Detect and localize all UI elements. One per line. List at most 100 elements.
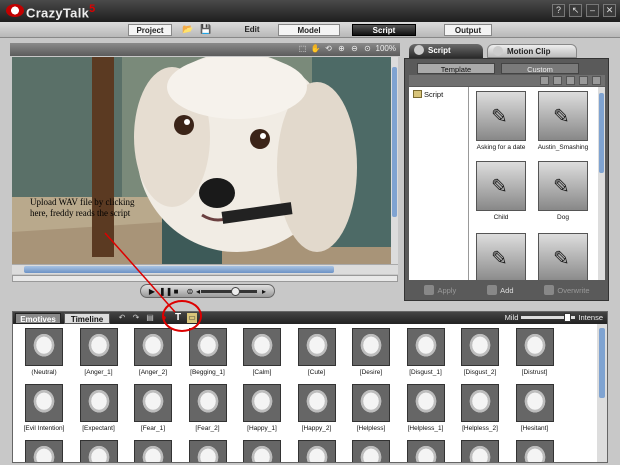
fit-view-icon[interactable]: ⬚ [298,44,308,54]
emotive-item[interactable] [290,440,344,462]
volume-knob[interactable] [231,287,240,296]
emotive-item[interactable]: [Fear_1] [126,384,180,432]
template-item[interactable] [471,233,531,280]
save-icon[interactable]: 💾 [200,24,212,35]
intensity-knob[interactable] [563,313,571,322]
tab-script[interactable]: Script [352,24,416,36]
emotive-item[interactable] [17,440,71,462]
emotive-item[interactable]: [Happy_1] [235,384,289,432]
template-item[interactable]: Austin_Smashing [533,91,593,151]
emotive-item[interactable] [344,440,398,462]
tree-item-script[interactable]: Script [413,90,443,99]
undo-icon[interactable]: ↶ [117,313,127,323]
new-folder-icon[interactable] [540,76,549,85]
emotive-item[interactable] [508,440,562,462]
overwrite-button[interactable]: Overwrite [544,285,589,295]
emotive-item[interactable] [453,440,507,462]
subtab-custom[interactable]: Custom [501,63,579,74]
emotive-item[interactable]: [Calm] [235,328,289,376]
intensity-slider[interactable] [521,313,576,322]
pointer-button[interactable]: ↖ [569,4,582,17]
preview-viewport[interactable] [12,57,398,274]
emotive-label: [Helpless_2] [462,425,498,432]
rotate-icon[interactable]: ⟲ [324,44,334,54]
emotive-item[interactable]: [Distrust] [508,328,562,376]
subtab-template[interactable]: Template [417,63,495,74]
emotive-item[interactable] [126,440,180,462]
pause-icon[interactable]: ❚❚ [159,287,172,296]
annotation-circle [162,300,202,332]
delete-icon[interactable] [579,76,588,85]
emotive-item[interactable]: [Fear_2] [181,384,235,432]
add-button[interactable]: Add [487,285,513,295]
script-edit-icon [476,91,526,141]
emotive-item[interactable]: [Expectant] [72,384,126,432]
zoom-out-icon[interactable]: ⊖ [350,44,360,54]
tab-model[interactable]: Model [278,24,340,36]
document-icon[interactable]: ▤ [145,313,155,323]
emotive-item[interactable] [399,440,453,462]
tab-output[interactable]: Output [444,24,492,36]
viewport-hscroll[interactable] [12,264,398,274]
emotive-item[interactable]: [Evil Intention] [17,384,71,432]
template-scrollbar[interactable] [598,87,605,280]
zoom-level: 100% [375,44,396,53]
playback-timeline[interactable] [12,275,398,282]
apply-button[interactable]: Apply [424,285,456,295]
tab-project[interactable]: Project [128,24,172,36]
close-button[interactable]: ✕ [603,4,616,17]
pan-hand-icon[interactable]: ✋ [311,44,321,54]
import-icon[interactable] [553,76,562,85]
emotive-item[interactable] [235,440,289,462]
emotive-item[interactable] [181,440,235,462]
script-edit-icon [538,161,588,211]
viewport-vscroll[interactable] [391,57,398,264]
zoom-in-icon[interactable]: ⊕ [337,44,347,54]
emotive-item[interactable]: [Helpless_2] [453,384,507,432]
emotive-item[interactable]: [Helpless] [344,384,398,432]
emotive-item[interactable]: [Hesitant] [508,384,562,432]
template-item[interactable]: Child [471,161,531,221]
stop-icon[interactable]: ■ [171,287,181,296]
face-thumbnail-icon [134,440,172,462]
volume-up-icon[interactable]: ▸ [259,287,269,296]
emotive-item[interactable] [72,440,126,462]
emotive-item[interactable]: [Happy_2] [290,384,344,432]
reset-zoom-icon[interactable]: ⊙ [363,44,373,54]
emotive-item[interactable]: [Begging_1] [181,328,235,376]
play-icon[interactable]: ▶ [147,287,157,296]
emotive-item[interactable]: [Disgust_2] [453,328,507,376]
emotive-item[interactable]: [Anger_2] [126,328,180,376]
emotives-scrollbar[interactable] [597,324,607,462]
face-thumbnail-icon [25,328,63,366]
emotive-item[interactable]: [Disgust_1] [399,328,453,376]
template-item[interactable]: Dog [533,161,593,221]
template-item[interactable] [533,233,593,280]
emotive-label: [Anger_2] [138,369,168,376]
help-button[interactable]: ? [552,4,565,17]
volume-down-icon[interactable]: ◂ [193,287,203,296]
crazytalk-window: CrazyTalk5 ? ↖ – ✕ Project 📂 💾 Edit Mode… [0,0,620,465]
view-mode-icon[interactable] [592,76,601,85]
emotive-item[interactable]: (Neutral) [17,328,71,376]
emotive-item[interactable]: [Helpless_1] [399,384,453,432]
emotive-item[interactable]: [Desire] [344,328,398,376]
playback-controls: ▶ ❚❚ ■ ⊜ ◂ ▸ [140,284,275,298]
tab-timeline[interactable]: Timeline [64,313,110,324]
tab-script-library[interactable]: Script [409,44,483,58]
open-folder-icon[interactable]: 📂 [182,24,194,35]
tab-motion-clip[interactable]: Motion Clip [487,44,577,58]
emotive-label: [Fear_2] [195,425,220,432]
emotive-item[interactable]: [Anger_1] [72,328,126,376]
script-edit-icon [538,233,588,280]
emotive-item[interactable]: [Cute] [290,328,344,376]
emotive-label: (Neutral) [31,369,57,376]
export-icon[interactable] [566,76,575,85]
face-thumbnail-icon [188,384,227,422]
template-item[interactable]: Asking for a date [471,91,531,151]
tab-emotives[interactable]: Emotives [15,313,61,324]
minimize-button[interactable]: – [586,4,599,17]
redo-icon[interactable]: ↷ [131,313,141,323]
tab-edit[interactable]: Edit [240,24,264,36]
volume-slider[interactable] [201,287,257,296]
